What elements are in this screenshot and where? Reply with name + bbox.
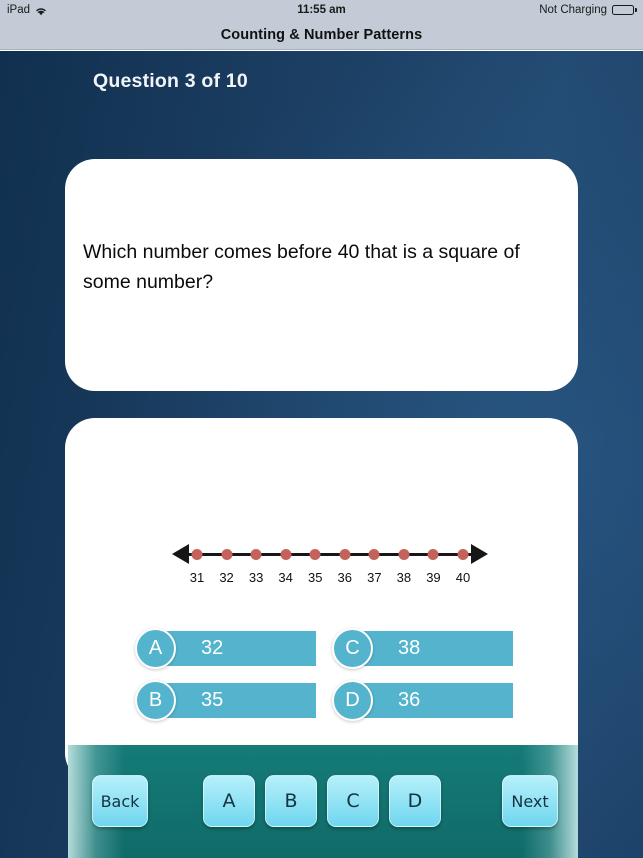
ipad-screen: iPad 11:55 am Not Charging Counting & Nu… <box>0 0 643 858</box>
navigation-bar: Counting & Number Patterns <box>0 20 643 50</box>
number-line-dot <box>280 549 292 560</box>
number-line-tick-label: 39 <box>426 570 441 585</box>
answer-letter-badge: D <box>332 680 373 721</box>
answer-option-c[interactable]: 38 C <box>332 628 513 669</box>
question-progress-label: Question 3 of 10 <box>93 70 248 92</box>
number-line-tick-label: 36 <box>337 570 352 585</box>
number-line-dot <box>221 549 233 560</box>
number-line: 31 32 33 34 35 36 37 38 39 40 <box>170 536 490 596</box>
number-line-tick-label: 40 <box>455 570 471 585</box>
number-line-dot <box>191 549 203 560</box>
answer-button-b[interactable]: B <box>265 775 317 827</box>
status-bar-right: Not Charging <box>539 4 637 16</box>
page-title: Counting & Number Patterns <box>220 26 423 43</box>
number-line-dot <box>457 549 469 560</box>
answer-value: 38 <box>398 637 421 659</box>
status-bar: iPad 11:55 am Not Charging <box>0 0 643 20</box>
arrow-left-icon <box>172 544 189 564</box>
number-line-dot <box>339 549 351 560</box>
answer-button-c[interactable]: C <box>327 775 379 827</box>
number-line-tick-label: 31 <box>189 570 205 585</box>
next-button[interactable]: Next <box>502 775 558 827</box>
answer-option-b[interactable]: 35 B <box>135 680 316 721</box>
number-line-tick-label: 38 <box>396 570 412 585</box>
number-line-tick-label: 33 <box>248 570 264 585</box>
answer-value: 36 <box>398 689 421 711</box>
number-line-tick-label: 37 <box>367 570 382 585</box>
question-card: Which number comes before 40 that is a s… <box>65 159 578 391</box>
arrow-right-icon <box>471 544 488 564</box>
answer-button-a[interactable]: A <box>203 775 255 827</box>
answer-letter-badge: C <box>332 628 373 669</box>
back-button[interactable]: Back <box>92 775 148 827</box>
answers-card: 31 32 33 34 35 36 37 38 39 40 32 A 35 B 38 C 36 D <box>65 418 578 783</box>
battery-icon <box>612 5 637 15</box>
answer-value: 35 <box>201 689 224 711</box>
bottom-toolbar: Back A B C D Next <box>68 745 578 858</box>
number-line-tick-label: 35 <box>307 570 323 585</box>
number-line-dot <box>309 549 321 560</box>
number-line-tick-label: 32 <box>219 570 234 585</box>
answer-letter-badge: B <box>135 680 176 721</box>
number-line-dot <box>250 549 262 560</box>
answer-option-a[interactable]: 32 A <box>135 628 316 669</box>
answer-options: 32 A 35 B 38 C 36 D <box>135 628 513 728</box>
number-line-dot <box>427 549 439 560</box>
battery-status-label: Not Charging <box>539 4 607 16</box>
number-line-dot <box>368 549 380 560</box>
quiz-canvas: Question 3 of 10 Which number comes befo… <box>0 51 643 858</box>
number-line-dot <box>398 549 410 560</box>
answer-option-d[interactable]: 36 D <box>332 680 513 721</box>
answer-letter-badge: A <box>135 628 176 669</box>
answer-value: 32 <box>201 637 224 659</box>
answer-button-d[interactable]: D <box>389 775 441 827</box>
number-line-tick-label: 34 <box>278 570 293 585</box>
question-text: Which number comes before 40 that is a s… <box>83 241 520 293</box>
